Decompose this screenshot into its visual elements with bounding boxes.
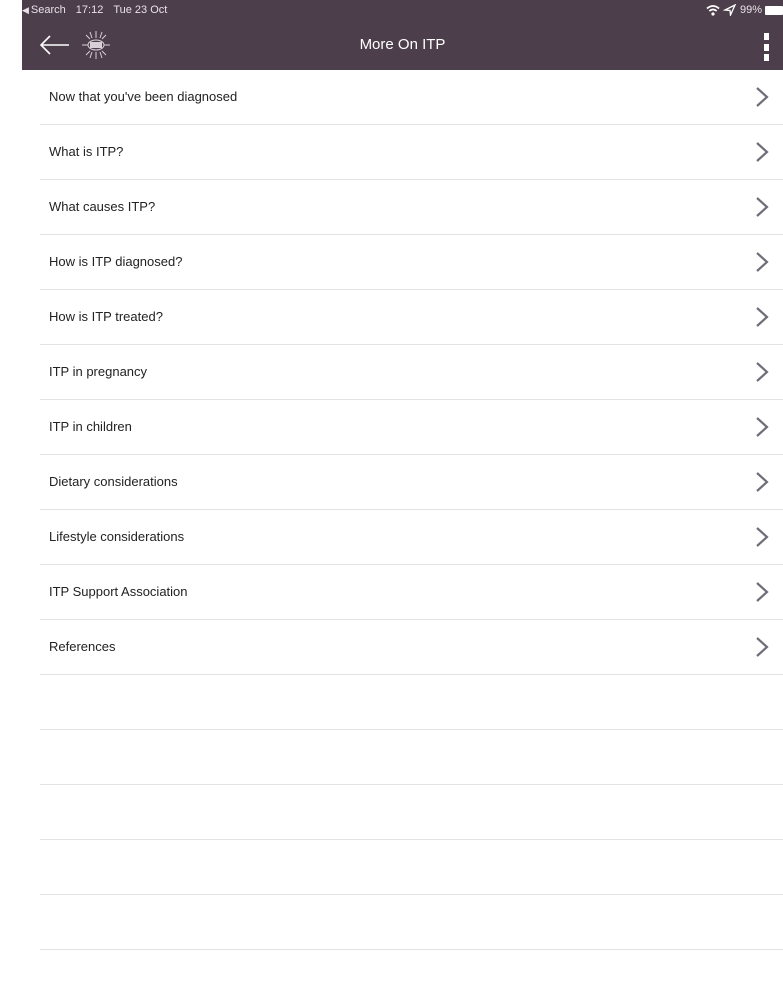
chevron-right-icon: [756, 252, 769, 272]
status-date: Tue 23 Oct: [113, 4, 168, 16]
battery-percent: 99%: [739, 4, 762, 16]
list-item[interactable]: What causes ITP?: [40, 180, 783, 235]
back-button[interactable]: [38, 31, 72, 59]
chevron-right-icon: [756, 582, 769, 602]
list-item-label: ITP in pregnancy: [49, 364, 148, 379]
list-item[interactable]: How is ITP diagnosed?: [40, 235, 783, 290]
back-to-app-caret-icon[interactable]: ◀: [22, 5, 29, 15]
topic-list: Now that you've been diagnosed What is IT…: [22, 70, 783, 950]
chevron-right-icon: [756, 527, 769, 547]
list-item-label: Now that you've been diagnosed: [49, 89, 238, 104]
empty-row: [40, 840, 783, 895]
chevron-right-icon: [756, 637, 769, 657]
itp-logo-icon: [82, 31, 110, 59]
location-arrow-icon: [722, 4, 737, 16]
list-item-label: How is ITP treated?: [49, 309, 163, 324]
wifi-icon: [706, 5, 720, 16]
chevron-right-icon: [756, 307, 769, 327]
empty-row: [40, 785, 783, 840]
status-bar: ◀ Search 17:12 Tue 23 Oct 99%: [22, 0, 783, 20]
nav-bar: More On ITP: [22, 20, 783, 70]
more-vertical-icon-dot: [763, 33, 769, 40]
more-options-button[interactable]: [759, 33, 773, 61]
arrow-left-icon: [39, 35, 69, 55]
chevron-right-icon: [756, 417, 769, 437]
list-item-label: References: [49, 639, 116, 654]
list-item-label: Lifestyle considerations: [49, 529, 185, 544]
list-item-label: ITP in children: [49, 419, 132, 434]
list-item-label: How is ITP diagnosed?: [49, 254, 183, 269]
chevron-right-icon: [756, 362, 769, 382]
app-screen: ◀ Search 17:12 Tue 23 Oct 99% More On IT…: [22, 0, 783, 996]
list-item[interactable]: ITP in children: [40, 400, 783, 455]
back-to-app-label[interactable]: Search: [31, 4, 66, 16]
empty-row: [40, 675, 783, 730]
list-item[interactable]: Dietary considerations: [40, 455, 783, 510]
chevron-right-icon: [756, 142, 769, 162]
page-title: More On ITP: [359, 36, 446, 53]
list-item[interactable]: ITP Support Association: [40, 565, 783, 620]
more-vertical-icon-dot: [763, 43, 769, 51]
chevron-right-icon: [756, 197, 769, 217]
status-bar-right: 99%: [706, 0, 783, 20]
list-item[interactable]: Lifestyle considerations: [40, 510, 783, 565]
empty-row: [40, 730, 783, 785]
header: ◀ Search 17:12 Tue 23 Oct 99% More On IT…: [22, 0, 783, 70]
status-bar-left: ◀ Search 17:12 Tue 23 Oct: [22, 0, 167, 20]
list-item-label: What causes ITP?: [49, 199, 156, 214]
list-item-label: What is ITP?: [49, 144, 124, 159]
status-time: 17:12: [75, 4, 104, 16]
chevron-right-icon: [756, 87, 769, 107]
battery-icon: [765, 5, 783, 15]
list-item[interactable]: ITP in pregnancy: [40, 345, 783, 400]
list-item[interactable]: How is ITP treated?: [40, 290, 783, 345]
empty-row: [40, 895, 783, 950]
list-item-label: ITP Support Association: [49, 584, 188, 599]
list-item[interactable]: What is ITP?: [40, 125, 783, 180]
chevron-right-icon: [756, 472, 769, 492]
list-item[interactable]: References: [40, 620, 783, 675]
list-item-label: Dietary considerations: [49, 474, 178, 489]
list-item[interactable]: Now that you've been diagnosed: [40, 70, 783, 125]
more-vertical-icon-dot: [763, 54, 769, 61]
